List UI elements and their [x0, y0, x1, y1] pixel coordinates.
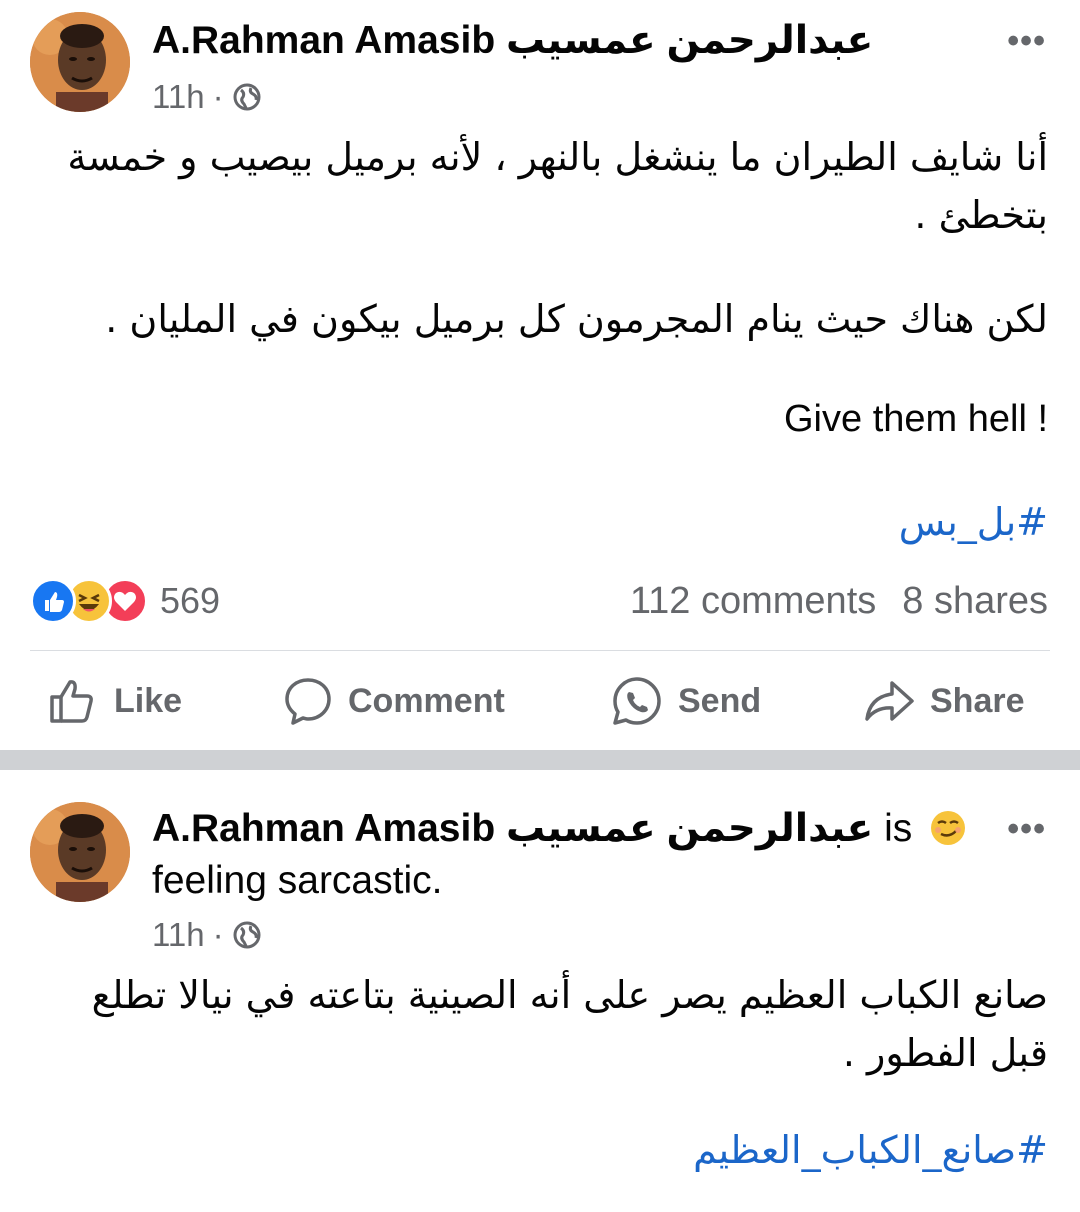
- feeling-is-word: is: [884, 807, 913, 850]
- post-time[interactable]: 11h: [152, 916, 205, 954]
- reactions-summary[interactable]: 569: [30, 578, 220, 624]
- like-reaction-icon: [30, 578, 76, 624]
- post-body-paragraph: صانع الكباب العظيم يصر على أنه الصينية ب…: [91, 973, 1048, 1075]
- post-body-english: Give them hell !: [784, 398, 1048, 440]
- post-body-paragraph: أنا شايف الطيران ما ينشغل بالنهر ، لأنه …: [67, 135, 1048, 237]
- meta-dot: ·: [212, 78, 224, 115]
- action-bar: Like Comment Send Share: [0, 668, 1080, 734]
- post-meta: 11h ·: [152, 78, 262, 116]
- meta-dot: ·: [212, 916, 224, 953]
- divider: [30, 650, 1050, 651]
- like-label: Like: [114, 681, 183, 720]
- share-label: Share: [930, 681, 1025, 720]
- like-icon: [50, 680, 93, 723]
- author-avatar[interactable]: [30, 12, 130, 112]
- share-button[interactable]: Share: [862, 675, 1025, 727]
- more-options-icon[interactable]: •••: [1007, 810, 1046, 849]
- globe-icon: [232, 920, 262, 950]
- author-name[interactable]: A.Rahman Amasib عبدالرحمن عمسيب is: [152, 806, 967, 852]
- author-name-arabic[interactable]: عبدالرحمن عمسيب: [506, 807, 873, 850]
- post-time[interactable]: 11h: [152, 78, 205, 116]
- author-name-latin[interactable]: A.Rahman Amasib: [152, 19, 495, 62]
- shares-count[interactable]: 8 shares: [902, 580, 1048, 623]
- more-options-icon[interactable]: •••: [1007, 22, 1046, 61]
- send-label: Send: [678, 681, 762, 720]
- engagement-stats: 112 comments 8 shares: [630, 580, 1048, 623]
- globe-icon: [232, 82, 262, 112]
- post-body-paragraph: لكن هناك حيث ينام المجرمون كل برميل بيكو…: [105, 297, 1048, 341]
- send-button[interactable]: Send: [610, 674, 761, 728]
- comments-count[interactable]: 112 comments: [630, 580, 876, 623]
- whatsapp-icon: [613, 677, 661, 725]
- post-card: A.Rahman Amasib عبدالرحمن عمسيب is feeli…: [0, 770, 1080, 1212]
- comment-icon: [285, 678, 331, 725]
- author-name-latin[interactable]: A.Rahman Amasib: [152, 807, 495, 850]
- feed-separator: [0, 750, 1080, 770]
- smirk-emoji-icon: [929, 809, 967, 847]
- hashtag-link[interactable]: #بل_بس: [899, 500, 1048, 544]
- like-button[interactable]: Like: [48, 675, 182, 727]
- share-icon: [865, 681, 914, 721]
- comment-label: Comment: [348, 681, 505, 720]
- reaction-count[interactable]: 569: [160, 580, 220, 622]
- author-name-arabic[interactable]: عبدالرحمن عمسيب: [506, 19, 873, 62]
- author-avatar[interactable]: [30, 802, 130, 902]
- comment-button[interactable]: Comment: [282, 675, 505, 727]
- feeling-text: feeling sarcastic.: [152, 859, 443, 902]
- post-meta: 11h ·: [152, 916, 262, 954]
- hashtag-link[interactable]: #صانع_الكباب_العظيم: [693, 1128, 1048, 1172]
- post-card: A.Rahman Amasib عبدالرحمن عمسيب 11h · ••…: [0, 0, 1080, 750]
- author-name[interactable]: A.Rahman Amasib عبدالرحمن عمسيب: [152, 18, 873, 64]
